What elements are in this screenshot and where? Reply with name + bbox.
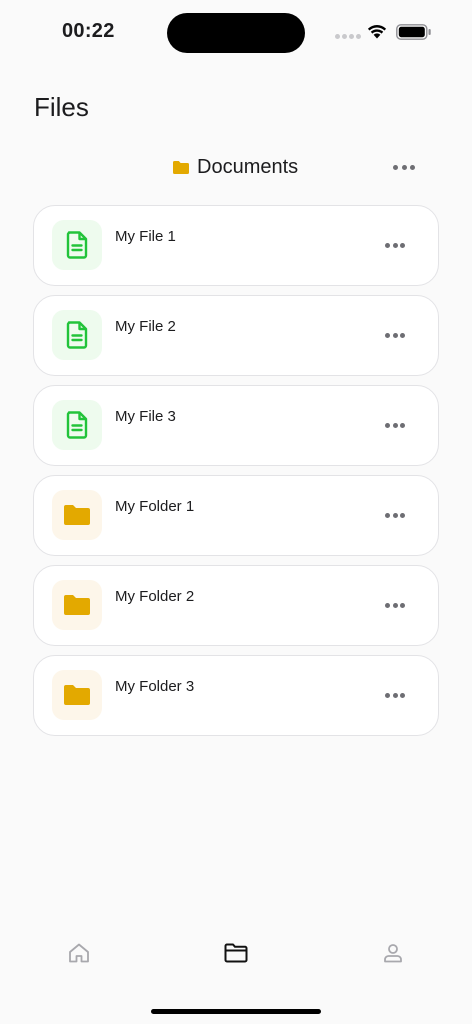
item-name: My Folder 3: [115, 678, 195, 695]
item-options-button[interactable]: [385, 690, 405, 700]
folder-icon: [173, 160, 189, 174]
ellipsis-icon: [385, 422, 390, 428]
tab-bar: [0, 930, 472, 974]
list-item[interactable]: My File 2: [33, 295, 439, 376]
current-folder-name: Documents: [197, 155, 299, 178]
ellipsis-icon: [385, 602, 390, 608]
folder-icon: [64, 685, 90, 705]
item-name: My Folder 1: [115, 498, 195, 515]
current-folder: Documents: [172, 155, 298, 179]
cellular-signal-icon: [335, 34, 361, 40]
ellipsis-icon: [385, 242, 390, 248]
folder-icon: [64, 505, 90, 525]
document-icon: [66, 411, 88, 439]
item-options-button[interactable]: [385, 420, 405, 430]
wifi-icon: [367, 25, 387, 39]
item-options-button[interactable]: [385, 240, 405, 250]
file-tile: [52, 310, 102, 360]
tab-files[interactable]: [221, 938, 251, 968]
item-name: My Folder 2: [115, 588, 195, 605]
item-name: My File 1: [115, 228, 176, 245]
tab-profile[interactable]: [378, 938, 408, 968]
file-tile: [52, 400, 102, 450]
document-icon: [66, 321, 88, 349]
item-options-button[interactable]: [385, 510, 405, 520]
tab-home[interactable]: [64, 938, 94, 968]
file-list: My File 1 My File 2 My File 3 My Folder …: [33, 205, 439, 745]
page-title: Files: [34, 92, 89, 122]
home-icon: [69, 943, 89, 963]
status-time: 00:22: [62, 20, 115, 42]
item-name: My File 2: [115, 318, 176, 335]
list-item[interactable]: My File 3: [33, 385, 439, 466]
folder-icon: [224, 943, 248, 963]
profile-icon: [384, 944, 402, 963]
document-icon: [66, 231, 88, 259]
ellipsis-icon: [385, 332, 390, 338]
item-options-button[interactable]: [385, 330, 405, 340]
list-item[interactable]: My File 1: [33, 205, 439, 286]
ellipsis-icon: [393, 164, 398, 170]
folder-icon: [64, 595, 90, 615]
dynamic-island: [167, 13, 305, 53]
battery-icon: [396, 24, 431, 40]
folder-tile: [52, 670, 102, 720]
folder-tile: [52, 490, 102, 540]
item-options-button[interactable]: [385, 600, 405, 610]
list-item[interactable]: My Folder 2: [33, 565, 439, 646]
folder-options-button[interactable]: [393, 160, 415, 174]
list-item[interactable]: My Folder 1: [33, 475, 439, 556]
item-name: My File 3: [115, 408, 176, 425]
home-indicator[interactable]: [151, 1009, 321, 1014]
ellipsis-icon: [385, 512, 390, 518]
status-bar: 00:22: [0, 0, 472, 60]
ellipsis-icon: [385, 692, 390, 698]
folder-tile: [52, 580, 102, 630]
list-item[interactable]: My Folder 3: [33, 655, 439, 736]
file-tile: [52, 220, 102, 270]
